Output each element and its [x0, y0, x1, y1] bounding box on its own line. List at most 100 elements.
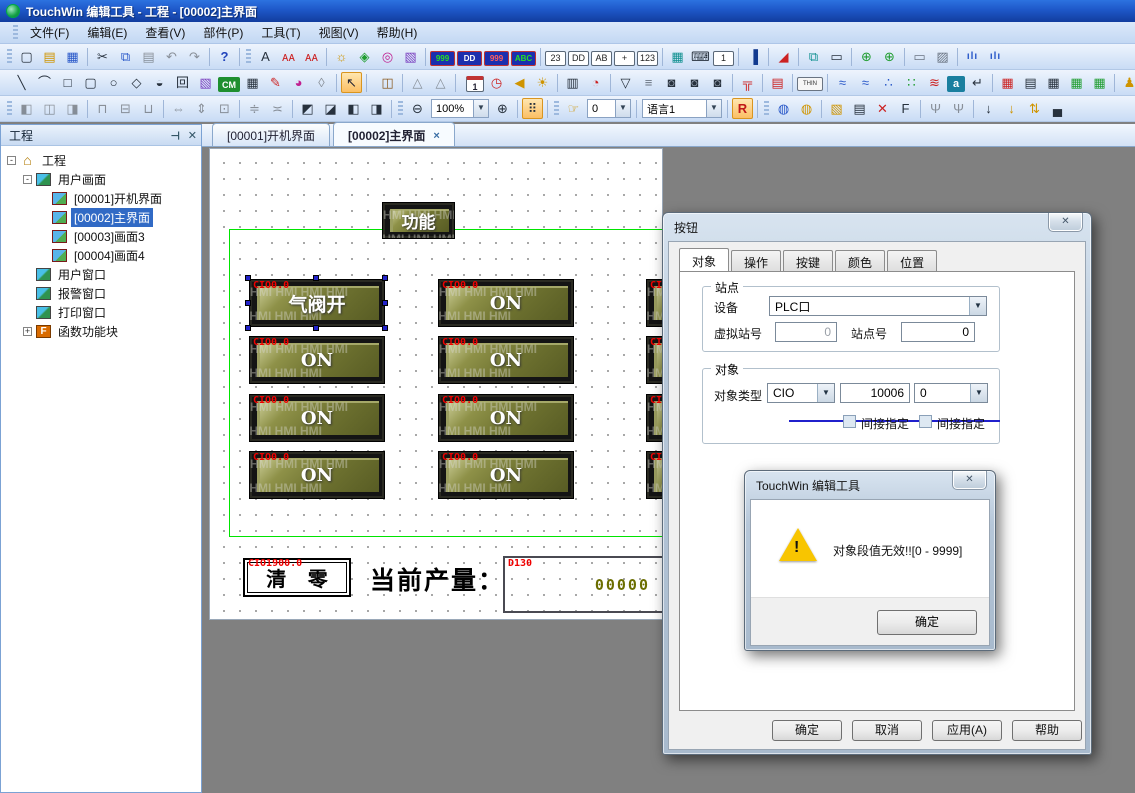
tree-item[interactable]: -⌂工程 — [1, 151, 201, 170]
selection-handle[interactable] — [245, 275, 251, 281]
object-type-select[interactable]: CIO ▼ — [767, 383, 835, 403]
tree-item[interactable]: 用户窗口 — [1, 265, 201, 284]
scale-icon[interactable]: ▥ — [562, 72, 583, 93]
tab-close-icon[interactable]: × — [433, 130, 439, 142]
hatch-rect-icon[interactable]: ▨ — [932, 46, 953, 67]
hmi-button[interactable]: HMI HMI HMI HMI HMI HMI HMI HMI CIO0.0ON — [438, 451, 574, 499]
arc-icon[interactable]: ⌒ — [34, 72, 55, 93]
pin-icon[interactable]: ⊤ — [168, 130, 181, 140]
digital-input-icon[interactable]: 999 — [484, 51, 509, 66]
xy-trend-icon[interactable]: ≈ — [855, 72, 876, 93]
sample-chart-icon[interactable]: ∷ — [901, 72, 922, 93]
selection-handle[interactable] — [382, 325, 388, 331]
enter-icon[interactable]: ↵ — [967, 72, 988, 93]
download2-icon[interactable]: ↓ — [1001, 98, 1022, 119]
mask1-icon[interactable]: ◍ — [773, 98, 794, 119]
hmi-button[interactable]: HMI HMI HMI HMI HMI HMI HMI HMI CIO0.0ON — [249, 451, 385, 499]
station-number-input[interactable]: 0 — [901, 322, 975, 342]
chevron-down-icon[interactable]: ▼ — [969, 297, 986, 315]
grid-table-icon[interactable]: ▦ — [1066, 72, 1087, 93]
zoom-level-combo[interactable]: 100%▼ — [431, 99, 489, 118]
snap-bottom-icon[interactable]: ◪ — [320, 98, 341, 119]
menu-item-3[interactable]: 部件(P) — [194, 21, 252, 44]
line-icon[interactable]: ╲ — [11, 72, 32, 93]
hmi-func-button[interactable]: HMI HMI HMI HMI HMI HMI HMI HMI 功能 — [382, 202, 455, 239]
ring-icon[interactable]: ◎ — [377, 46, 398, 67]
cm-icon[interactable]: CM — [218, 77, 240, 92]
dialog-close-button[interactable]: ✕ — [1048, 213, 1083, 232]
chevron-down-icon[interactable]: ▼ — [615, 100, 630, 117]
hmi-clear-button[interactable]: CIO1900.0 清 零 — [243, 558, 351, 597]
tree-item[interactable]: +F函数功能块 — [1, 322, 201, 341]
window-icon[interactable]: ▭ — [826, 46, 847, 67]
save-icon[interactable]: ▦ — [62, 46, 83, 67]
frame-icon[interactable]: 回 — [172, 72, 193, 93]
hmi-button[interactable]: HMI HMI HMI HMI HMI HMI HMI HMI CIO0.0 — [646, 279, 663, 327]
tree-item[interactable]: -用户画面 — [1, 170, 201, 189]
data-box-icon[interactable]: DD — [568, 51, 589, 66]
indicator-lamp-icon[interactable]: ☼ — [331, 46, 352, 67]
polygon-icon[interactable]: ◇ — [126, 72, 147, 93]
r-register-icon[interactable]: R — [732, 98, 753, 119]
fan-icon[interactable]: ◙ — [684, 72, 705, 93]
ship-icon[interactable]: ◢ — [773, 46, 794, 67]
editor-tab-1[interactable]: [00002]主界面× — [333, 122, 455, 146]
data-table-icon[interactable]: ▦ — [1043, 72, 1064, 93]
menu-item-5[interactable]: 视图(V) — [310, 21, 368, 44]
close-panel-icon[interactable]: ✕ — [188, 129, 197, 142]
operator1-icon[interactable]: ♟ — [1119, 72, 1135, 93]
selection-handle[interactable] — [245, 300, 251, 306]
snap-right-icon[interactable]: ◨ — [366, 98, 387, 119]
bar-chart2-icon[interactable]: ılı — [985, 46, 1006, 67]
valve-icon[interactable]: ╦ — [737, 72, 758, 93]
tree-item[interactable]: 打印窗口 — [1, 303, 201, 322]
hmi-data-display[interactable]: D130 00000 — [503, 556, 663, 613]
dialog-tab-0[interactable]: 对象 — [679, 248, 729, 273]
dialog-tab-3[interactable]: 颜色 — [835, 250, 885, 273]
copy-icon[interactable]: ⧉ — [115, 46, 136, 67]
backlight-icon[interactable]: ☀ — [532, 72, 553, 93]
brush-icon[interactable]: ✎ — [265, 72, 286, 93]
dialog-tab-4[interactable]: 位置 — [887, 250, 937, 273]
calculator-icon[interactable]: ▦ — [667, 46, 688, 67]
snap-top-icon[interactable]: ◩ — [297, 98, 318, 119]
open-folder-icon[interactable]: ▤ — [39, 46, 60, 67]
text-rotate-left-icon[interactable]: ᴀᴀ — [278, 46, 299, 67]
touch-value-combo[interactable]: 0▼ — [587, 99, 631, 118]
menu-item-6[interactable]: 帮助(H) — [368, 21, 427, 44]
scatter-icon[interactable]: ∴ — [878, 72, 899, 93]
cut-icon[interactable]: ✂ — [92, 46, 113, 67]
hmi-button[interactable]: HMI HMI HMI HMI HMI HMI HMI HMI CIO0.0 — [646, 451, 663, 499]
virtual-station-input[interactable]: 0 — [775, 322, 837, 342]
picture-icon[interactable]: ▧ — [195, 72, 216, 93]
tree-item[interactable]: [00004]画面4 — [1, 246, 201, 265]
number-box-icon[interactable]: 123 — [637, 51, 658, 66]
object-number-input[interactable]: 10006 — [840, 383, 910, 403]
rect-icon[interactable]: □ — [57, 72, 78, 93]
globe-upload-icon[interactable]: ⊕ — [879, 46, 900, 67]
chevron-down-icon[interactable]: ▼ — [706, 100, 721, 117]
message-ok-button[interactable]: 确定 — [877, 610, 977, 635]
object-sub-select[interactable]: 0 ▼ — [914, 383, 988, 403]
editor-tab-0[interactable]: [00001]开机界面 — [212, 123, 330, 146]
chevron-down-icon[interactable]: ▼ — [970, 384, 987, 402]
globe-download-icon[interactable]: ⊕ — [856, 46, 877, 67]
selection-handle[interactable] — [382, 275, 388, 281]
font-a-icon[interactable]: a — [947, 76, 965, 92]
clock-icon[interactable]: ◷ — [486, 72, 507, 93]
touch-cursor-icon[interactable]: ☞ — [563, 98, 584, 119]
function-key-icon[interactable]: F — [895, 98, 916, 119]
dashes-icon[interactable]: ≡ — [638, 72, 659, 93]
text-icon[interactable]: A — [255, 46, 276, 67]
dialog-tab-2[interactable]: 按键 — [783, 250, 833, 273]
palette-icon[interactable]: ◕ — [288, 72, 309, 93]
meter-icon[interactable]: ◔ — [585, 72, 606, 93]
alarm-list-icon[interactable]: ▤ — [767, 72, 788, 93]
chevron-down-icon[interactable]: ▼ — [473, 100, 488, 117]
menu-item-0[interactable]: 文件(F) — [21, 21, 78, 44]
value-box-icon[interactable]: 23 — [545, 51, 566, 66]
text-rotate-right-icon[interactable]: ᴀᴀ — [301, 46, 322, 67]
machine-icon[interactable]: ◙ — [707, 72, 728, 93]
window-copy-icon[interactable]: ⧉ — [803, 46, 824, 67]
hmi-button[interactable]: HMI HMI HMI HMI HMI HMI HMI HMI CIO0.0ON — [438, 279, 574, 327]
